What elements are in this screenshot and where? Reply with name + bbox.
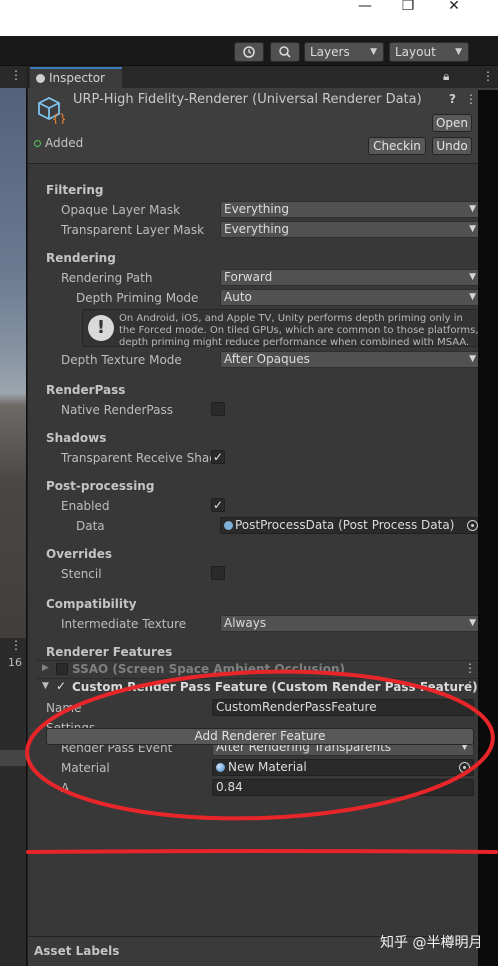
red-annotation-ellipse — [25, 669, 498, 854]
watermark-text: 知乎 @半樽明月 — [380, 935, 483, 951]
